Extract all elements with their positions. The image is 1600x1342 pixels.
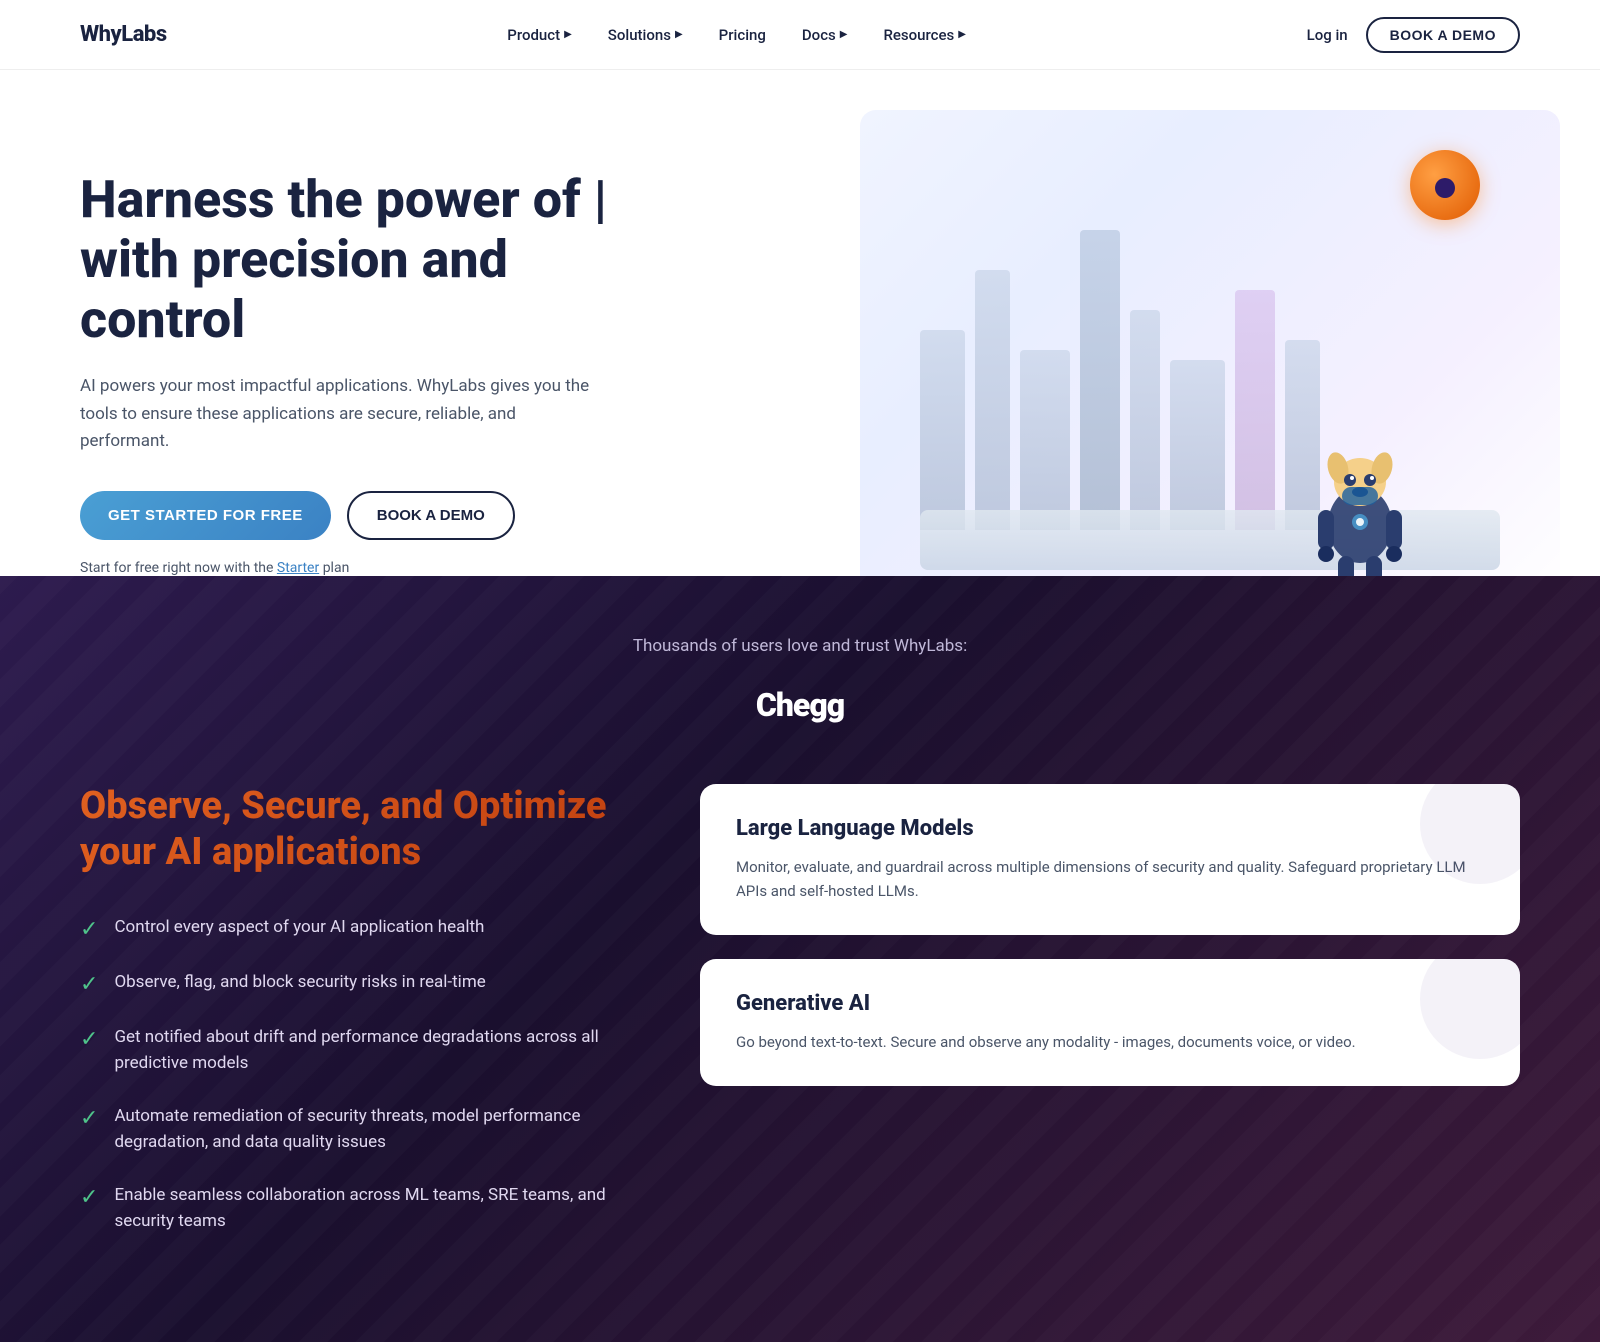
hero-book-demo-button[interactable]: BOOK A DEMO [347,491,515,540]
hero-image [860,110,1560,576]
starter-plan-link[interactable]: Starter [277,560,319,576]
nav-docs[interactable]: Docs ▶ [802,26,848,44]
building-1 [920,330,965,530]
features-section: Observe, Secure, and Optimize your AI ap… [80,724,1520,1262]
building-7 [1235,290,1275,530]
check-icon-2: ✓ [80,972,98,997]
llm-card: Large Language Models Monitor, evaluate,… [700,784,1520,935]
trust-text: Thousands of users love and trust WhyLab… [80,636,1520,656]
building-3 [1020,350,1070,530]
starter-plan-text: Start for free right now with the Starte… [80,560,660,576]
get-started-button[interactable]: GET STARTED FOR FREE [80,491,331,540]
feature-item-3: ✓ Get notified about drift and performan… [80,1025,620,1076]
building-6 [1170,360,1225,530]
check-icon-1: ✓ [80,917,98,942]
trust-logos: Chegg [80,686,1520,724]
docs-caret-icon: ▶ [840,29,848,40]
robot-eye [1435,178,1455,198]
logo[interactable]: WhyLabs [80,22,167,47]
hero-section: Harness the power of | with precision an… [0,70,1600,576]
nav-book-demo-button[interactable]: BOOK A DEMO [1366,17,1520,53]
nav-resources[interactable]: Resources ▶ [883,26,966,44]
chegg-logo: Chegg [756,686,844,724]
hero-illustration [820,150,1520,550]
features-title: Observe, Secure, and Optimize your AI ap… [80,784,620,875]
feature-item-4: ✓ Automate remediation of security threa… [80,1104,620,1155]
hero-content: Harness the power of | with precision an… [80,150,660,576]
feature-item-5: ✓ Enable seamless collaboration across M… [80,1183,620,1234]
hero-buttons: GET STARTED FOR FREE BOOK A DEMO [80,491,660,540]
hero-title: Harness the power of | with precision an… [80,170,660,349]
trust-section: Thousands of users love and trust WhyLab… [0,576,1600,1342]
resources-caret-icon: ▶ [958,29,966,40]
nav-links: Product ▶ Solutions ▶ Pricing Docs ▶ Res… [507,26,966,44]
features-left: Observe, Secure, and Optimize your AI ap… [80,784,620,1262]
check-icon-5: ✓ [80,1185,98,1210]
building-2 [975,270,1010,530]
check-icon-3: ✓ [80,1027,98,1052]
feature-item-2: ✓ Observe, flag, and block security risk… [80,970,620,997]
robot-dog [1300,430,1420,576]
building-4 [1080,230,1120,530]
genai-card: Generative AI Go beyond text-to-text. Se… [700,959,1520,1086]
nav-product[interactable]: Product ▶ [507,26,572,44]
solutions-caret-icon: ▶ [675,29,683,40]
features-list: ✓ Control every aspect of your AI applic… [80,915,620,1234]
nav-solutions[interactable]: Solutions ▶ [608,26,683,44]
robot-sphere [1410,150,1480,220]
nav-actions: Log in BOOK A DEMO [1307,17,1520,53]
building-5 [1130,310,1160,530]
login-button[interactable]: Log in [1307,26,1348,44]
nav-pricing[interactable]: Pricing [719,26,766,44]
product-caret-icon: ▶ [564,29,572,40]
navigation: WhyLabs Product ▶ Solutions ▶ Pricing Do… [0,0,1600,70]
check-icon-4: ✓ [80,1106,98,1131]
feature-item-1: ✓ Control every aspect of your AI applic… [80,915,620,942]
hero-description: AI powers your most impactful applicatio… [80,373,600,455]
feature-cards: Large Language Models Monitor, evaluate,… [700,784,1520,1086]
